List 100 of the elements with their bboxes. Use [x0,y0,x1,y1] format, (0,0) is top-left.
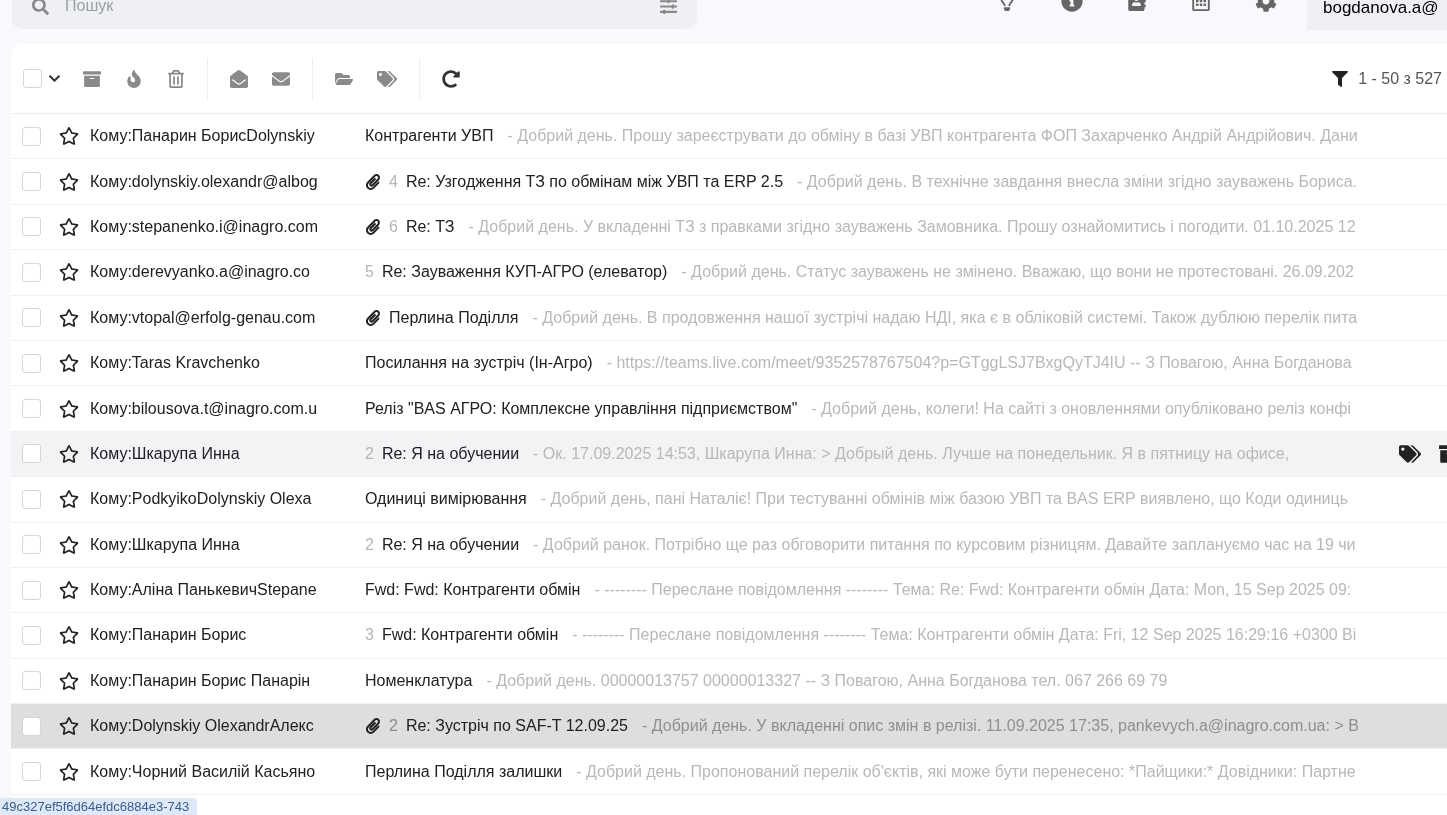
snippet: - Добрий день. Прошу зареєструвати до обміну в базі УВП контрагента ФОП Захарченко Андрій Андрійович. Дани [507,127,1358,146]
row-checkbox[interactable] [22,626,41,645]
thread-count: 6 [389,217,398,236]
search-field[interactable]: Пошук [12,0,697,29]
subject: Реліз "BAS АГРО: Комплексне управління підприємством" [365,399,798,418]
recipient: Кому:PodkyikoDolynskiy Olexa [90,490,313,509]
row-checkbox[interactable] [22,535,41,555]
star-icon[interactable] [59,580,79,601]
snippet: - -------- Переслане повідомлення -------- Тема: Re: Fwd: Контрагенти обмін Дата: Mon, 15 Sep 2025 09: [594,581,1352,600]
subject: Fwd: Контрагенти обмін [381,626,559,645]
mark-unread-button[interactable] [272,69,290,88]
subject: Fwd: Fwd: Контрагенти обмін [365,581,581,600]
star-icon[interactable] [59,307,79,328]
subject: Перлина Поділля [389,308,519,327]
labels-button[interactable] [377,68,397,89]
thread-count: 2 [365,444,374,463]
row-checkbox[interactable] [22,172,41,192]
row-checkbox[interactable] [22,262,41,282]
star-icon[interactable] [59,126,79,147]
row-checkbox[interactable] [22,489,41,509]
recipient: Кому:Шкарупа Инна [90,535,241,554]
recipient: Кому:Панарин Борис Панарін [90,671,312,690]
thread-count: 2 [389,717,398,736]
row-checkbox[interactable] [22,399,41,419]
snippet: - Добрий день, колеги! На сайті з оновленнями опубліковано реліз конфі [811,399,1351,418]
snippet: - Ок. 17.09.2025 14:53, Шкарупа Инна: > Добрый день. Лучше на понедельник. Я в пятницу на офисе, [533,444,1290,463]
archive-button[interactable] [83,69,101,88]
recipient: Кому:Taras Kravchenko [90,354,261,373]
refresh-icon [442,69,460,88]
star-icon[interactable] [59,171,79,192]
caret-icon [48,72,61,85]
snippet: - -------- Переслане повідомлення -------- Тема: Контрагенти обмін Дата: Fri, 12 Sep 2025 16:29:16 +0300 Ві [572,626,1357,645]
thread-count: 5 [365,263,374,282]
row-checkbox[interactable] [22,126,41,146]
row-checkbox[interactable] [22,308,41,328]
refresh-button[interactable] [442,69,460,88]
row-checkbox[interactable] [22,444,41,464]
search-icon [32,0,49,15]
spam-button[interactable] [125,69,143,88]
star-icon[interactable] [59,625,79,646]
snippet: - Добрий день. Пропонований перелік об'єктів, які може бути перенесено: *Пайщики:* Довідники: Партне [576,762,1356,781]
envelope-icon [272,69,290,88]
row-checkbox[interactable] [22,716,41,736]
message-row[interactable]: Кому:Dolynskiy OlexandrАлекс 2 Re: Зустріч по SAF-T 12.09.25 - Добрий день. У вкладенні опис змін в релізі. 11.09.2025 17:35, pankevych.a@inagro.com.ua: > В [11,704,1447,750]
star-icon[interactable] [59,534,79,555]
recipient: Кому:derevyanko.a@inagro.co [90,263,311,282]
recipient: Кому:Dolynskiy OlexandrАлекс [90,717,315,736]
recipient: Кому:Панарин БорисDolynskiy [90,127,316,146]
star-icon[interactable] [59,443,79,464]
tags-icon[interactable] [1399,442,1421,465]
row-checkbox[interactable] [22,762,41,782]
mark-read-button[interactable] [230,69,248,88]
page-range: 1 - 50 з 527 [1358,69,1442,88]
account-button[interactable]: bogdanova.a@ [1307,0,1447,30]
star-icon[interactable] [59,398,79,419]
thread-count: 3 [365,626,374,645]
filter-icon[interactable] [1332,70,1349,87]
row-checkbox[interactable] [22,580,41,600]
message-row[interactable]: Кому:Шкарупа Инна 2 Re: Я на обучении - Ок. 17.09.2025 14:53, Шкарупа Инна: > Добрый день. Лучше на понедельник. Я в пятницу на офисе, [11,431,1447,478]
star-icon[interactable] [59,216,79,237]
recipient: Кому:Чорний Василій Касьяно [90,762,317,781]
fire-icon [125,69,143,88]
star-icon[interactable] [59,489,79,510]
row-checkbox[interactable] [22,353,41,373]
star-icon[interactable] [59,262,79,283]
subject: Re: Узгодження ТЗ по обмінам між УВП та ERP 2.5 [405,172,784,191]
subject: Одиниці вимірювання [365,490,527,509]
select-menu-button[interactable] [48,72,61,85]
recipient: Кому:dolynskiy.olexandr@albog [90,172,319,191]
star-icon[interactable] [59,716,79,737]
select-all-checkbox[interactable] [23,69,42,88]
subject: Перлина Поділля залишки [365,762,563,781]
delete-button[interactable] [167,69,185,88]
open-envelope-icon [230,69,248,88]
thread-count: 2 [365,535,374,554]
star-icon[interactable] [59,353,79,374]
recipient: Кому:Шкарупа Инна [90,444,241,463]
row-checkbox[interactable] [22,671,41,691]
recipient: Кому:stepanenko.i@inagro.com [90,217,319,236]
subject: Посилання на зустріч (Ін-Агро) [365,354,593,373]
subject: Re: Я на обучении [381,535,520,554]
snippet: - Добрий день. В технічне завдання внесла зміни згідно зауважень Бориса. [797,172,1358,191]
star-icon[interactable] [59,670,79,691]
tags-icon [377,68,397,89]
recipient: Кому:Панарин Борис [90,626,248,645]
subject: Re: Я на обучении [381,444,520,463]
snippet: - Добрий день. 00000013757 00000013327 -- З Повагою, Анна Богданова тел. 067 266 69 79 [486,671,1168,690]
search-input[interactable]: Пошук [63,0,646,16]
star-icon[interactable] [59,761,79,782]
subject: Re: Зауваження КУП-АГРО (елеватор) [381,263,668,282]
subject: Re: ТЗ [405,217,455,236]
snippet: - Добрий день. Статус зауважень не змінено. Вважаю, що вони не протестовані. 26.09.202 [681,263,1354,282]
recipient: Кому:bilousova.t@inagro.com.u [90,399,319,418]
trash-icon [167,69,185,88]
thread-count: 4 [389,172,398,191]
row-checkbox[interactable] [22,217,41,237]
filter-sliders-icon[interactable] [660,0,677,15]
snippet: - https://teams.live.com/meet/9352578767504?p=GTggLSJ7BxgQyTJ4IU -- З Повагою, Анна Богданова [606,354,1352,373]
snippet: - Добрий день, пані Наталіє! При тестуванні обмінів між базою УВП та BAS ERP виявлено, що Коди одиниць [540,490,1349,509]
recipient: Кому:Аліна ПанькевичStepane [90,581,318,600]
